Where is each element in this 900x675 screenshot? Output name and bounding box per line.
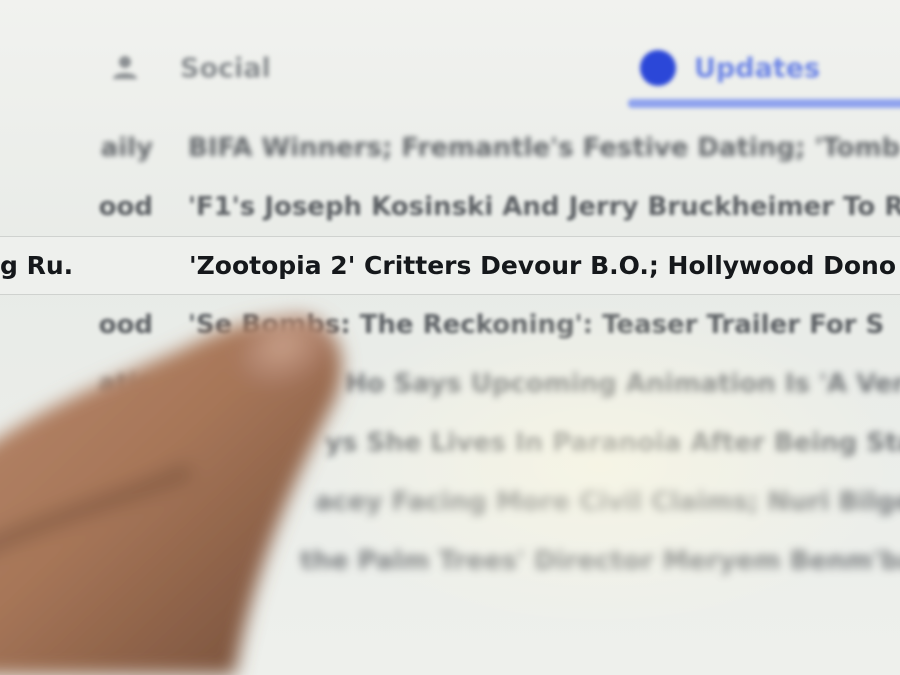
email-subject: 'Se Bombs: The Reckoning': Teaser Traile… <box>188 309 885 340</box>
email-subject: 'Zootopia 2' Critters Devour B.O.; Holly… <box>189 251 897 280</box>
email-row[interactable]: aily BIFA Winners; Fremantle's Festive D… <box>0 118 900 177</box>
tab-social[interactable]: Social <box>108 38 271 98</box>
email-subject: ys She Lives In Paranoia After Being Sta <box>325 427 900 458</box>
email-sender: ood <box>98 427 153 458</box>
tab-label: Updates <box>694 52 821 84</box>
email-subject: BIFA Winners; Fremantle's Festive Dating… <box>188 132 900 163</box>
email-row-selected[interactable]: g Ru. 'Zootopia 2' Critters Devour B.O.;… <box>0 236 900 295</box>
category-tab-bar: Social Updates <box>0 0 900 118</box>
email-row[interactable]: acey Facing More Civil Claims; Nuri Bilg… <box>0 472 900 531</box>
email-row[interactable]: ood 'Se Bombs: The Reckoning': Teaser Tr… <box>0 295 900 354</box>
email-row[interactable]: ood ys She Lives In Paranoia After Being… <box>0 413 900 472</box>
email-sender: ood <box>98 191 153 222</box>
email-sender: atic <box>98 368 153 399</box>
email-row[interactable]: atic Ho Says Upcoming Animation Is 'A Ve… <box>0 354 900 413</box>
email-sender: aily <box>100 132 153 163</box>
mail-screen: Social Updates aily BIFA Winners; Freman… <box>0 0 900 675</box>
email-row[interactable]: the Palm Trees' Director Meryem Benm'ba <box>0 531 900 590</box>
updates-dot-icon <box>640 50 676 86</box>
email-row[interactable]: ood 'F1's Joseph Kosinski And Jerry Bruc… <box>0 177 900 236</box>
email-subject: 'F1's Joseph Kosinski And Jerry Bruckhei… <box>188 191 900 222</box>
email-subject: the Palm Trees' Director Meryem Benm'ba <box>300 545 900 576</box>
email-subject: acey Facing More Civil Claims; Nuri Bilg… <box>315 486 900 517</box>
email-sender: ood <box>98 309 153 340</box>
tab-updates[interactable]: Updates <box>640 38 820 98</box>
tab-label: Social <box>180 52 271 84</box>
active-tab-indicator <box>628 99 900 108</box>
email-list: aily BIFA Winners; Fremantle's Festive D… <box>0 118 900 590</box>
people-icon <box>108 51 142 85</box>
email-subject: Ho Says Upcoming Animation Is 'A Ver <box>345 368 900 399</box>
email-sender: g Ru. <box>0 251 74 280</box>
